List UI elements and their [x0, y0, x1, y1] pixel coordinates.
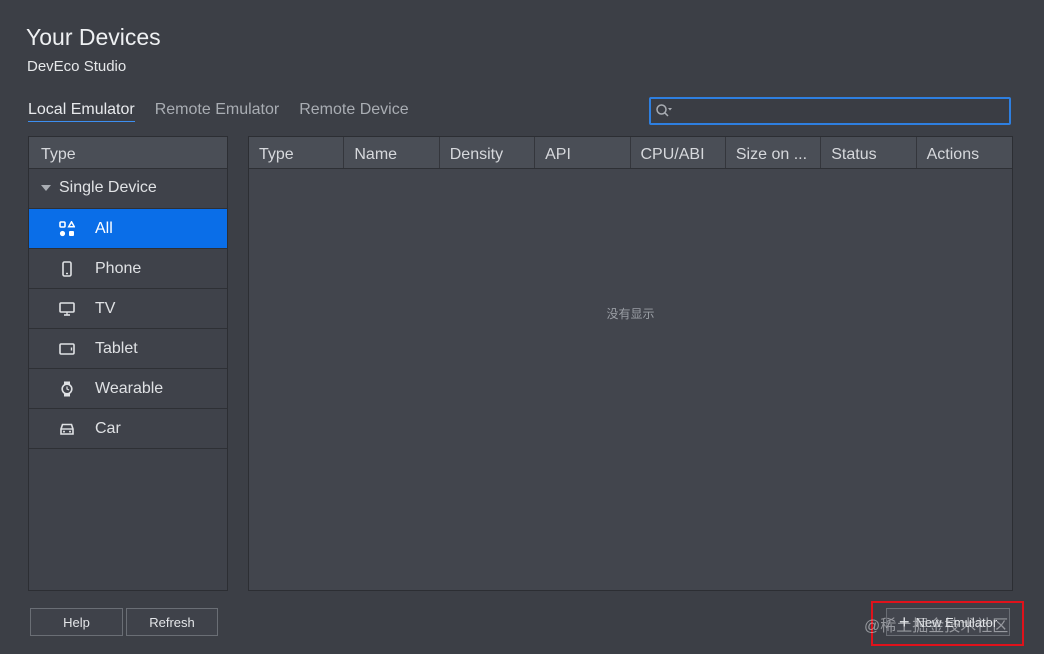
sidebar-item-tablet[interactable]: Tablet	[29, 329, 227, 369]
caret-down-icon[interactable]	[41, 185, 51, 191]
group-label: Single Device	[59, 179, 157, 196]
sidebar-header: Type	[29, 137, 227, 169]
new-emulator-button[interactable]: + New Emulator	[886, 608, 1010, 636]
sidebar-item-all[interactable]: All	[29, 209, 227, 249]
sidebar-item-wearable[interactable]: Wearable	[29, 369, 227, 409]
search-box[interactable]	[649, 97, 1011, 125]
group-single-device[interactable]: Single Device	[29, 169, 227, 209]
column-header-cpu-abi[interactable]: CPU/ABI	[631, 137, 726, 168]
search-icon	[656, 104, 672, 117]
sidebar-item-label: All	[95, 219, 113, 237]
phone-icon	[62, 260, 72, 277]
empty-table-message: 没有显示	[606, 307, 655, 321]
sidebar-item-label: TV	[95, 299, 116, 317]
sidebar-item-label: Car	[95, 419, 121, 437]
sidebar-item-tv[interactable]: TV	[29, 289, 227, 329]
refresh-button[interactable]: Refresh	[126, 608, 218, 636]
car-icon	[60, 423, 74, 435]
column-header-size-on-disk[interactable]: Size on ...	[726, 137, 822, 168]
watch-icon	[61, 381, 73, 396]
table-header: Type Name Density API CPU/ABI Size on ..…	[249, 137, 1012, 169]
sidebar-item-label: Phone	[95, 259, 142, 277]
tab-remote-emulator[interactable]: Remote Emulator	[155, 101, 280, 122]
sidebar-item-label: Tablet	[95, 339, 138, 357]
tablet-icon	[59, 342, 75, 355]
column-header-status[interactable]: Status	[821, 137, 917, 168]
sidebar-item-phone[interactable]: Phone	[29, 249, 227, 289]
new-emulator-label: New Emulator	[915, 614, 998, 630]
device-type-sidebar: Type Single Device All Phone TV Tablet W…	[28, 136, 228, 591]
tab-local-emulator[interactable]: Local Emulator	[28, 101, 135, 122]
sidebar-item-label: Wearable	[95, 379, 164, 397]
devices-table: Type Name Density API CPU/ABI Size on ..…	[248, 136, 1013, 591]
sidebar-item-car[interactable]: Car	[29, 409, 227, 449]
grid-icon	[59, 220, 75, 236]
column-header-type[interactable]: Type	[249, 137, 345, 168]
page-subtitle: DevEco Studio	[27, 58, 127, 75]
column-header-name[interactable]: Name	[344, 137, 440, 168]
emulator-tabs: Local Emulator Remote Emulator Remote De…	[28, 101, 429, 122]
plus-icon: +	[899, 612, 910, 632]
column-header-actions[interactable]: Actions	[917, 137, 1012, 168]
page-title: Your Devices	[26, 24, 161, 50]
column-header-density[interactable]: Density	[440, 137, 536, 168]
column-header-api[interactable]: API	[535, 137, 631, 168]
tab-remote-device[interactable]: Remote Device	[299, 101, 408, 122]
help-button[interactable]: Help	[30, 608, 123, 636]
search-input[interactable]	[677, 101, 1003, 121]
tv-icon	[59, 301, 75, 316]
